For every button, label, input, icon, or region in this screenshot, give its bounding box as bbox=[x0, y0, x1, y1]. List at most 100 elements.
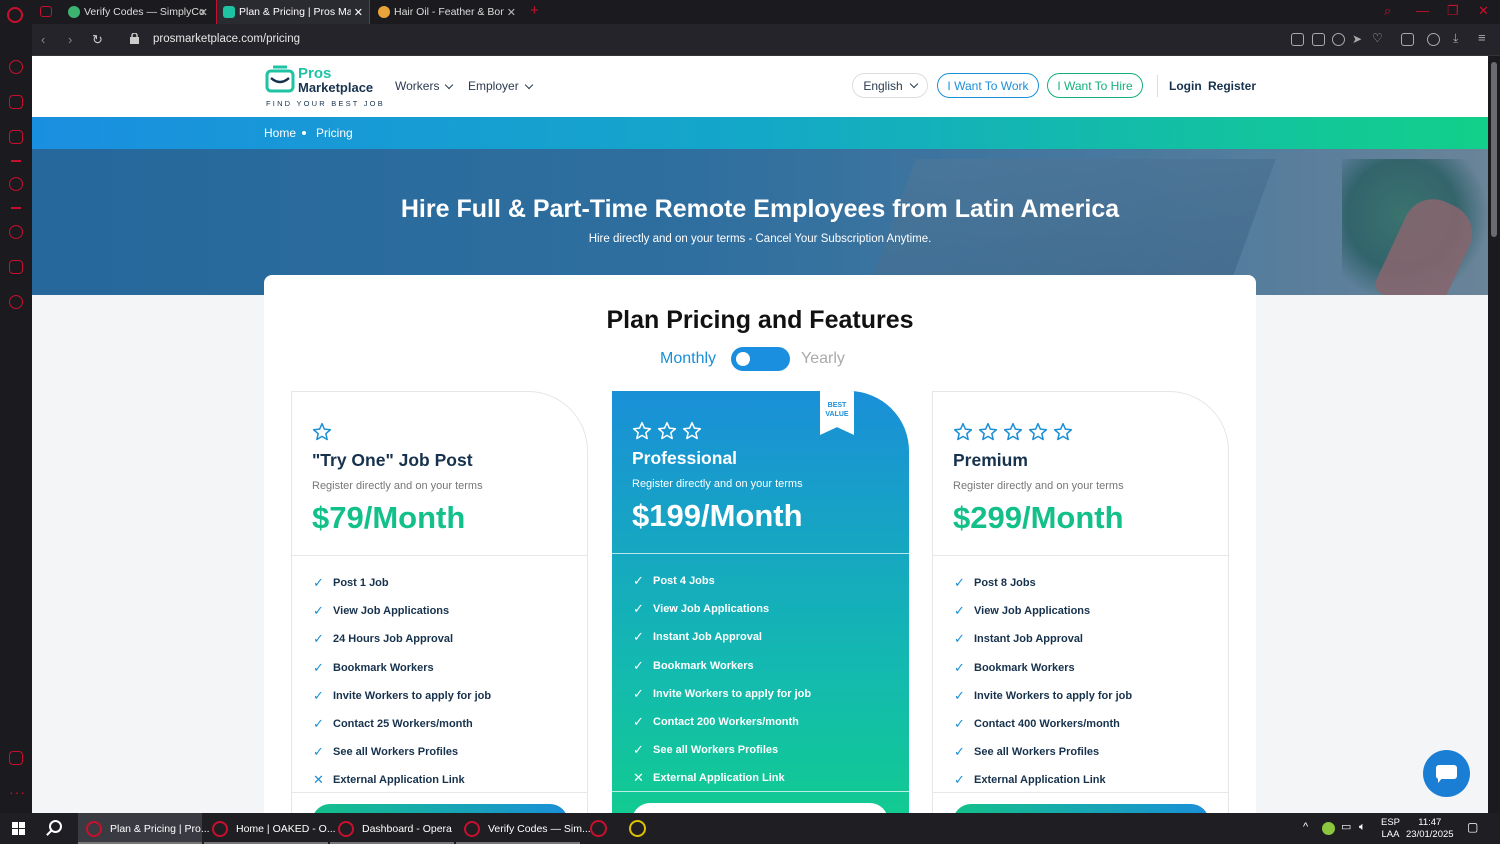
profile-icon[interactable] bbox=[1427, 33, 1440, 46]
instagram-icon[interactable] bbox=[9, 130, 23, 144]
hero-subtitle: Hire directly and on your terms - Cancel… bbox=[588, 233, 932, 245]
check-icon: ✓ bbox=[633, 714, 644, 730]
want-to-work-button[interactable]: I Want To Work bbox=[937, 73, 1039, 98]
plan-feature: ✓ See all Workers Profiles bbox=[632, 736, 811, 764]
nav-employer[interactable]: Employer bbox=[468, 79, 533, 93]
taskbar-item-oaked[interactable]: Home | OAKED - O... bbox=[204, 813, 336, 844]
plan-feature: ✓ Invite Workers to apply for job bbox=[953, 682, 1132, 710]
scrollbar-thumb[interactable] bbox=[1491, 62, 1497, 237]
volume-icon[interactable]: 🔈︎ bbox=[1359, 821, 1366, 833]
plan-title: "Try One" Job Post bbox=[312, 450, 473, 470]
taskbar-item-dashboard[interactable]: Dashboard - Opera bbox=[330, 813, 454, 844]
choose-plan-button[interactable] bbox=[312, 804, 568, 813]
windows-start-icon[interactable] bbox=[12, 822, 25, 835]
clock[interactable]: 11:47 23/01/2025 bbox=[1406, 817, 1454, 841]
want-to-hire-button[interactable]: I Want To Hire bbox=[1047, 73, 1143, 98]
chat-button[interactable] bbox=[1423, 750, 1470, 797]
tab-plan-pricing[interactable]: Plan & Pricing | Pros Marketplace ✕ bbox=[216, 0, 370, 24]
check-icon: ✓ bbox=[954, 716, 965, 732]
new-tab-icon[interactable]: + bbox=[530, 2, 539, 19]
plan-features: ✓ Post 1 Job ✓ View Job Applications ✓ 24 Hou… bbox=[312, 569, 491, 795]
billing-monthly-label[interactable]: Monthly bbox=[660, 350, 716, 368]
restore-icon[interactable]: ❐ bbox=[1447, 3, 1459, 19]
register-link[interactable]: Register bbox=[1208, 79, 1256, 93]
login-link[interactable]: Login bbox=[1169, 79, 1202, 93]
settings-icon[interactable] bbox=[9, 295, 23, 309]
taskbar-search-icon[interactable] bbox=[49, 820, 62, 833]
close-tab-icon[interactable]: ✕ bbox=[354, 6, 363, 19]
workspaces-icon[interactable] bbox=[40, 6, 52, 17]
more-icon[interactable]: ··· bbox=[9, 784, 26, 800]
lock-icon bbox=[130, 33, 139, 44]
forward-icon[interactable]: › bbox=[68, 32, 72, 47]
plan-feature-text: Invite Workers to apply for job bbox=[333, 689, 492, 702]
site-header: Pros Marketplace FIND YOUR BEST JOB Work… bbox=[32, 56, 1488, 117]
choose-plan-button[interactable] bbox=[632, 803, 888, 813]
plan-description: Register directly and on your terms bbox=[953, 480, 1124, 492]
sidebar-divider bbox=[11, 160, 21, 162]
breadcrumb-home[interactable]: Home bbox=[264, 126, 296, 140]
tray-app-icon[interactable] bbox=[1322, 822, 1335, 835]
pros-logo-icon[interactable] bbox=[265, 65, 295, 93]
minimize-icon[interactable]: — bbox=[1416, 3, 1429, 18]
download-icon[interactable]: ⤓ bbox=[1453, 31, 1466, 45]
menu-icon[interactable]: ≡ bbox=[1478, 30, 1491, 45]
tab-hair-oil[interactable]: Hair Oil - Feather & Bone S ✕ bbox=[372, 0, 522, 24]
send-icon[interactable]: ➤ bbox=[1352, 32, 1365, 46]
heart-icon[interactable]: ♡ bbox=[1372, 31, 1385, 45]
reload-icon[interactable]: ↻ bbox=[92, 32, 103, 48]
check-icon: ✓ bbox=[954, 575, 965, 591]
sidebar-divider bbox=[11, 207, 21, 209]
language-select[interactable]: English bbox=[852, 73, 928, 98]
simplycodes-favicon-icon bbox=[68, 6, 80, 18]
tab-verify-codes[interactable]: Verify Codes — SimplyCodes ✕ bbox=[62, 0, 214, 24]
network-icon[interactable]: ▭ bbox=[1341, 821, 1351, 833]
plan-feature-text: See all Workers Profiles bbox=[974, 746, 1100, 759]
camera-icon[interactable] bbox=[1312, 33, 1325, 46]
url-text[interactable]: prosmarketplace.com/pricing bbox=[153, 33, 300, 45]
search-tabs-icon[interactable]: ⌕ bbox=[1384, 3, 1391, 19]
back-icon[interactable]: ‹ bbox=[41, 32, 45, 47]
plan-feature: ✓ Contact 200 Workers/month bbox=[632, 708, 811, 736]
billing-toggle[interactable] bbox=[731, 347, 790, 371]
close-tab-icon[interactable]: ✕ bbox=[199, 6, 208, 19]
adblock-icon[interactable] bbox=[1332, 33, 1345, 46]
speed-dial-icon[interactable] bbox=[9, 60, 23, 74]
plan-feature: ✓ Post 1 Job bbox=[312, 569, 491, 597]
choose-plan-button[interactable] bbox=[953, 804, 1209, 813]
check-icon: ✓ bbox=[633, 629, 644, 645]
edit-icon[interactable] bbox=[1291, 33, 1304, 46]
history-icon[interactable] bbox=[9, 225, 23, 239]
extensions-sidebar-icon[interactable] bbox=[9, 260, 23, 274]
input-language[interactable]: ESP LAA bbox=[1381, 817, 1400, 841]
logo-text-marketplace[interactable]: Marketplace bbox=[298, 80, 373, 95]
shopping-icon[interactable] bbox=[9, 95, 23, 109]
plan-feature: ✕ External Application Link bbox=[312, 766, 491, 794]
billing-yearly-label[interactable]: Yearly bbox=[801, 350, 845, 368]
opera-logo-icon[interactable] bbox=[7, 7, 23, 23]
close-tab-icon[interactable]: ✕ bbox=[507, 6, 516, 19]
plan-description: Register directly and on your terms bbox=[632, 478, 803, 490]
plan-card-try-one: "Try One" Job Post Register directly and… bbox=[291, 391, 588, 813]
extensions-icon[interactable] bbox=[1401, 33, 1414, 46]
card-divider bbox=[933, 555, 1228, 556]
cross-icon: ✕ bbox=[313, 772, 324, 788]
plan-feature-text: See all Workers Profiles bbox=[653, 744, 779, 757]
plan-feature: ✓ 24 Hours Job Approval bbox=[312, 625, 491, 653]
plan-feature-text: Bookmark Workers bbox=[974, 661, 1075, 674]
language-label: English bbox=[863, 78, 903, 93]
tray-overflow-icon[interactable]: ^ bbox=[1303, 821, 1308, 833]
player-icon[interactable] bbox=[9, 177, 23, 191]
breadcrumb: Home Pricing bbox=[32, 117, 1488, 149]
taskbar-item-verify-codes[interactable]: Verify Codes — Sim... bbox=[456, 813, 591, 844]
close-window-icon[interactable]: ✕ bbox=[1478, 3, 1489, 19]
page-scrollbar[interactable] bbox=[1488, 56, 1500, 813]
snapshot-icon[interactable] bbox=[9, 751, 23, 765]
notifications-icon[interactable]: ▢ bbox=[1467, 821, 1478, 833]
plan-card-professional: BEST VALUE Professional Register directly… bbox=[612, 391, 909, 813]
opera-gx-pinned-icon[interactable] bbox=[629, 820, 646, 837]
nav-workers[interactable]: Workers bbox=[395, 79, 454, 93]
taskbar-item-plan-pricing[interactable]: Plan & Pricing | Pro... bbox=[78, 813, 210, 844]
opera-pinned-icon[interactable] bbox=[590, 820, 607, 837]
check-icon: ✓ bbox=[313, 659, 324, 675]
